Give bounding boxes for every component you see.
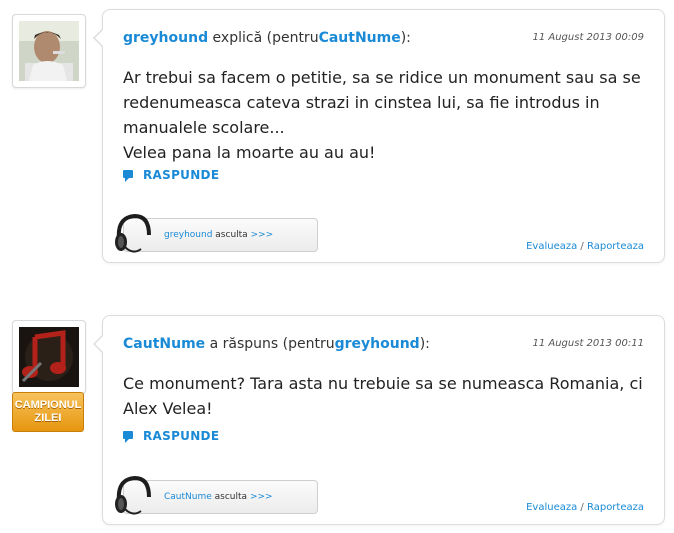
target-user-link[interactable]: CautNume — [319, 30, 401, 46]
headphones-icon — [115, 213, 151, 253]
reply-button[interactable]: RASPUNDE — [123, 429, 219, 443]
rate-link[interactable]: Evalueaza — [526, 241, 577, 252]
pentru-label: (pentru — [266, 30, 319, 46]
badge-line: CAMPIONUL — [14, 399, 82, 411]
reply-label: RASPUNDE — [143, 429, 220, 443]
avatar[interactable] — [19, 21, 79, 81]
speech-bubble-icon — [123, 431, 133, 443]
headphones-icon — [115, 475, 151, 515]
header-close: ): — [400, 30, 411, 46]
listen-text: CautNume asculta >>> — [164, 492, 273, 502]
comment-verb: a răspuns — [209, 336, 279, 352]
comment-header: greyhound explică (pentruCautNume): — [123, 30, 411, 46]
comment-date: 11 August 2013 00:09 — [532, 32, 644, 43]
message-line: Ar trebui sa facem o petitie, sa se ridi… — [123, 68, 641, 87]
comment-actions: Evalueaza / Raporteaza — [526, 502, 644, 513]
report-link[interactable]: Raporteaza — [587, 502, 644, 513]
listen-user-link[interactable]: CautNume — [164, 492, 212, 502]
comment-message: Ar trebui sa facem o petitie, sa se ridi… — [123, 65, 643, 165]
pentru-label: (pentru — [282, 336, 335, 352]
comment-card: greyhound explică (pentruCautNume): 11 A… — [93, 9, 665, 263]
comment-verb: explică — [212, 30, 263, 46]
message-line: Alex Velea! — [123, 399, 213, 418]
message-line: Ce monument? Tara asta nu trebuie sa se … — [123, 374, 643, 393]
target-user-link[interactable]: greyhound — [335, 336, 420, 352]
avatar[interactable] — [19, 327, 79, 387]
report-link[interactable]: Raporteaza — [587, 241, 644, 252]
badge-line: ZILEI — [34, 412, 62, 424]
listen-label: asculta — [215, 230, 248, 240]
champion-badge: CAMPIONUL ZILEI — [12, 392, 84, 432]
listen-arrows: >>> — [250, 230, 274, 240]
comment-header: CautNume a răspuns (pentrugreyhound): — [123, 336, 430, 352]
listen-user-link[interactable]: greyhound — [164, 230, 212, 240]
author-link[interactable]: greyhound — [123, 30, 208, 46]
speech-bubble-icon — [123, 170, 133, 182]
avatar-frame[interactable] — [12, 14, 86, 88]
comment-actions: Evalueaza / Raporteaza — [526, 241, 644, 252]
rate-link[interactable]: Evalueaza — [526, 502, 577, 513]
comment-message: Ce monument? Tara asta nu trebuie sa se … — [123, 371, 643, 421]
message-line: manualele scolare... — [123, 118, 285, 137]
comment-date: 11 August 2013 00:11 — [532, 338, 644, 349]
listen-label: asculta — [214, 492, 248, 502]
listen-text: greyhound asculta >>> — [164, 230, 273, 240]
header-close: ): — [419, 336, 430, 352]
actions-separator: / — [580, 502, 584, 513]
comment-card: CautNume a răspuns (pentrugreyhound): 11… — [93, 315, 665, 525]
message-line: Velea pana la moarte au au au! — [123, 143, 376, 162]
reply-button[interactable]: RASPUNDE — [123, 168, 219, 182]
author-link[interactable]: CautNume — [123, 336, 205, 352]
message-line: redenumeasca cateva strazi in cinstea lu… — [123, 93, 600, 112]
actions-separator: / — [580, 241, 584, 252]
reply-label: RASPUNDE — [143, 168, 220, 182]
listen-arrows: >>> — [249, 492, 273, 502]
avatar-frame[interactable] — [12, 320, 86, 394]
